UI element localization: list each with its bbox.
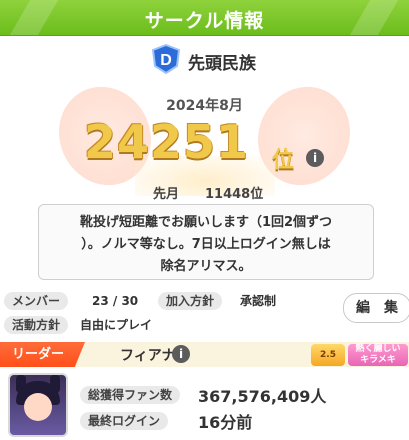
last-login-label: 最終ログイン xyxy=(80,412,169,430)
description-line: 除名アリマス。 xyxy=(160,259,252,274)
leader-info-icon[interactable]: i xyxy=(172,345,190,363)
fans-value: 367,576,409人 xyxy=(198,387,327,406)
leader-title-badge: 熱く麗しい キラメキ xyxy=(348,344,408,366)
last-month-value: 11448位 xyxy=(205,187,264,202)
members-value: 23 / 30 xyxy=(92,294,139,308)
members-label: メンバー xyxy=(4,292,69,310)
leader-tag: リーダー xyxy=(0,342,85,367)
info-icon[interactable]: i xyxy=(306,149,324,167)
circle-description: 靴投げ短距離でお願いします（1回2個ずつ ）。ノルマ等なし。7日以上ログイン無し… xyxy=(38,204,374,280)
rank-value: 24251 xyxy=(84,115,250,169)
avatar-ear xyxy=(16,375,26,393)
leader-name: フィアナ xyxy=(120,348,176,364)
leader-badge: 2.5 xyxy=(311,344,345,366)
header-bar: サークル情報 xyxy=(0,0,409,36)
leader-avatar[interactable] xyxy=(8,373,68,437)
title-line: キラメキ xyxy=(360,355,396,365)
activity-label: 活動方針 xyxy=(4,316,69,334)
join-policy-label: 加入方針 xyxy=(158,292,223,310)
edit-button[interactable]: 編 集 xyxy=(343,293,409,323)
avatar-face xyxy=(24,393,52,421)
fans-label: 総獲得ファン数 xyxy=(80,386,181,404)
description-line: 靴投げ短距離でお願いします（1回2個ずつ xyxy=(79,215,333,230)
join-policy-value: 承認制 xyxy=(240,294,277,308)
circle-emblem-icon: D xyxy=(151,44,181,74)
svg-text:D: D xyxy=(160,52,172,69)
rank-suffix: 位 xyxy=(272,148,295,173)
avatar-ear xyxy=(50,375,60,393)
page-title: サークル情報 xyxy=(144,10,265,32)
rank-month: 2024年8月 xyxy=(166,98,243,114)
description-line: ）。ノルマ等なし。7日以上ログイン無しは xyxy=(81,237,331,252)
last-login-value: 16分前 xyxy=(198,413,253,432)
activity-value: 自由にプレイ xyxy=(80,318,153,332)
title-line: 熱く麗しい xyxy=(355,344,401,354)
circle-name: 先頭民族 xyxy=(188,54,256,74)
last-month-label: 先月 xyxy=(153,187,180,202)
